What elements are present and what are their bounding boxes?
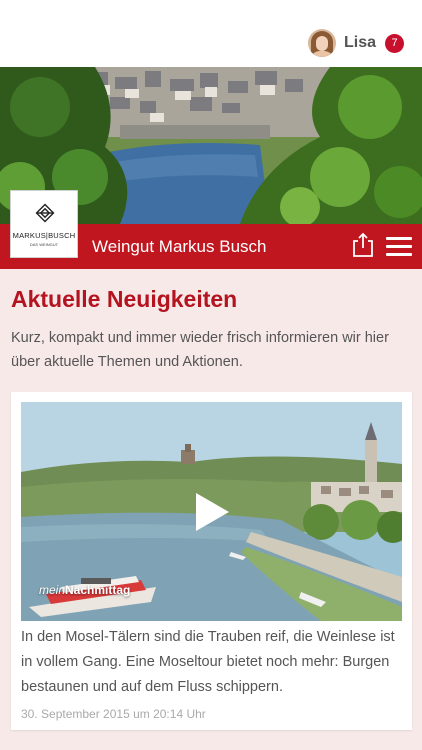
user-profile[interactable]: Lisa 7 [307, 29, 404, 57]
news-text: In den Mosel-Tälern sind die Trauben rei… [21, 629, 395, 695]
brand-title: Weingut Markus Busch [92, 237, 267, 256]
play-icon[interactable] [192, 491, 232, 533]
top-bar: Lisa 7 [0, 0, 422, 67]
video-player[interactable]: meinNachmittag [21, 402, 402, 621]
hamburger-menu-icon[interactable] [386, 237, 412, 257]
avatar[interactable] [307, 29, 336, 57]
video-watermark: meinNachmittag [39, 583, 131, 597]
share-icon[interactable] [351, 232, 375, 258]
brand-logo[interactable]: MARKUS|BUSCH DAS WEINGUT [10, 190, 78, 258]
notification-badge[interactable]: 7 [385, 33, 404, 53]
logo-name: MARKUS|BUSCH [12, 231, 76, 240]
page-intro: Kurz, kompakt und immer wieder frisch in… [11, 330, 389, 370]
news-card[interactable]: meinNachmittag In den Mosel-Tälern sind … [11, 392, 412, 730]
page-title: Aktuelle Neuigkeiten [11, 286, 238, 312]
username[interactable]: Lisa [344, 34, 376, 52]
logo-emblem-icon [35, 203, 55, 223]
news-date: 30. September 2015 um 20:14 Uhr [21, 707, 206, 721]
logo-subtext: DAS WEINGUT [29, 242, 59, 247]
